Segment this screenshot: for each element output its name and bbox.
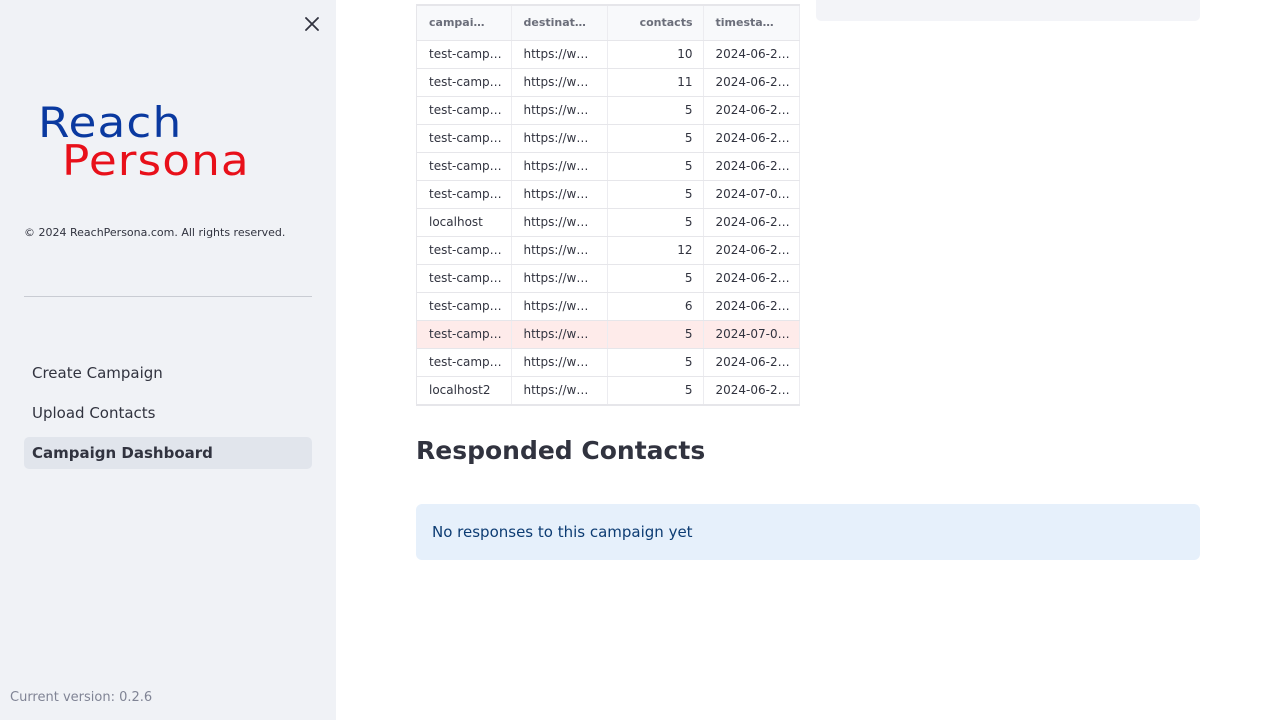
table-row[interactable]: test-camp… https://w… 5 2024-07-0… <box>417 180 800 209</box>
cell-destination[interactable]: https://w… <box>511 124 608 153</box>
cell-contacts[interactable]: 5 <box>607 124 704 153</box>
cell-contacts[interactable]: 12 <box>607 236 704 265</box>
table-row[interactable]: test-camp… https://w… 5 2024-07-0… <box>417 320 800 349</box>
cell-contacts[interactable]: 5 <box>607 376 704 405</box>
cell-contacts[interactable]: 5 <box>607 320 704 349</box>
nav-item-upload-contacts[interactable]: Upload Contacts <box>24 397 312 429</box>
cell-campaign[interactable]: test-camp… <box>417 124 512 153</box>
table-row[interactable]: test-camp… https://w… 5 2024-06-2… <box>417 348 800 377</box>
logo-word-persona: Persona <box>62 136 250 185</box>
cell-contacts[interactable]: 11 <box>607 68 704 97</box>
nav-item-campaign-dashboard[interactable]: Campaign Dashboard <box>24 437 312 469</box>
cell-timestamp[interactable]: 2024-06-2… <box>703 208 800 237</box>
cell-timestamp[interactable]: 2024-06-2… <box>703 376 800 405</box>
info-alert: No responses to this campaign yet <box>416 504 1200 560</box>
table-body: test-camp… https://w… 10 2024-06-2… test-cam… <box>417 40 800 405</box>
cell-timestamp[interactable]: 2024-06-2… <box>703 292 800 321</box>
cell-destination[interactable]: https://w… <box>511 348 608 377</box>
cell-campaign[interactable]: test-camp… <box>417 40 512 69</box>
column-header-campaign[interactable]: campai… <box>417 6 512 41</box>
column-header-contacts[interactable]: contacts <box>607 6 704 41</box>
campaigns-table[interactable]: campai… destinat… contacts timesta… test… <box>416 4 800 406</box>
version-text: Current version: 0.2.6 <box>10 690 153 705</box>
cell-timestamp[interactable]: 2024-06-2… <box>703 40 800 69</box>
sidebar-nav: Create Campaign Upload Contacts Campaign… <box>24 357 312 477</box>
cell-campaign[interactable]: test-camp… <box>417 152 512 181</box>
cell-timestamp[interactable]: 2024-06-2… <box>703 96 800 125</box>
close-icon <box>305 17 319 31</box>
table-row[interactable]: test-camp… https://w… 11 2024-06-2… <box>417 68 800 97</box>
metric-panel <box>816 0 1200 21</box>
cell-contacts[interactable]: 5 <box>607 152 704 181</box>
cell-destination[interactable]: https://w… <box>511 40 608 69</box>
cell-campaign[interactable]: test-camp… <box>417 320 512 349</box>
section-title-responded-contacts: Responded Contacts <box>416 436 706 465</box>
cell-contacts[interactable]: 5 <box>607 96 704 125</box>
cell-contacts[interactable]: 5 <box>607 208 704 237</box>
cell-destination[interactable]: https://w… <box>511 208 608 237</box>
cell-campaign[interactable]: test-camp… <box>417 180 512 209</box>
table-row[interactable]: test-camp… https://w… 12 2024-06-2… <box>417 236 800 265</box>
table-row[interactable]: test-camp… https://w… 6 2024-06-2… <box>417 292 800 321</box>
table-row[interactable]: test-camp… https://w… 5 2024-06-2… <box>417 96 800 125</box>
cell-timestamp[interactable]: 2024-06-2… <box>703 152 800 181</box>
cell-campaign[interactable]: localhost <box>417 208 512 237</box>
cell-campaign[interactable]: test-camp… <box>417 236 512 265</box>
cell-timestamp[interactable]: 2024-06-2… <box>703 264 800 293</box>
cell-campaign[interactable]: localhost2 <box>417 376 512 405</box>
cell-timestamp[interactable]: 2024-06-2… <box>703 236 800 265</box>
cell-destination[interactable]: https://w… <box>511 236 608 265</box>
table-row[interactable]: localhost https://w… 5 2024-06-2… <box>417 208 800 237</box>
cell-destination[interactable]: https://w… <box>511 96 608 125</box>
table-header-row: campai… destinat… contacts timesta… <box>417 6 800 41</box>
cell-campaign[interactable]: test-camp… <box>417 348 512 377</box>
cell-timestamp[interactable]: 2024-06-2… <box>703 348 800 377</box>
cell-contacts[interactable]: 5 <box>607 264 704 293</box>
cell-campaign[interactable]: test-camp… <box>417 96 512 125</box>
cell-campaign[interactable]: test-camp… <box>417 264 512 293</box>
cell-timestamp[interactable]: 2024-06-2… <box>703 124 800 153</box>
table-row[interactable]: localhost2 https://w… 5 2024-06-2… <box>417 376 800 405</box>
sidebar: Reach Persona © 2024 ReachPersona.com. A… <box>0 0 336 720</box>
cell-destination[interactable]: https://w… <box>511 152 608 181</box>
reach-persona-logo: Reach Persona <box>36 100 300 190</box>
main-content: campai… destinat… contacts timesta… test… <box>336 0 1280 720</box>
copyright-text: © 2024 ReachPersona.com. All rights rese… <box>24 226 286 239</box>
cell-destination[interactable]: https://w… <box>511 264 608 293</box>
nav-item-create-campaign[interactable]: Create Campaign <box>24 357 312 389</box>
cell-contacts[interactable]: 5 <box>607 180 704 209</box>
cell-timestamp[interactable]: 2024-07-0… <box>703 320 800 349</box>
cell-destination[interactable]: https://w… <box>511 376 608 405</box>
table-row[interactable]: test-camp… https://w… 5 2024-06-2… <box>417 264 800 293</box>
table-row[interactable]: test-camp… https://w… 5 2024-06-2… <box>417 152 800 181</box>
cell-campaign[interactable]: test-camp… <box>417 292 512 321</box>
cell-destination[interactable]: https://w… <box>511 292 608 321</box>
cell-timestamp[interactable]: 2024-07-0… <box>703 180 800 209</box>
cell-destination[interactable]: https://w… <box>511 68 608 97</box>
sidebar-divider <box>24 296 312 297</box>
cell-destination[interactable]: https://w… <box>511 320 608 349</box>
table-row[interactable]: test-camp… https://w… 10 2024-06-2… <box>417 40 800 69</box>
cell-destination[interactable]: https://w… <box>511 180 608 209</box>
table-row[interactable]: test-camp… https://w… 5 2024-06-2… <box>417 124 800 153</box>
cell-campaign[interactable]: test-camp… <box>417 68 512 97</box>
column-header-timestamp[interactable]: timesta… <box>703 6 800 41</box>
cell-contacts[interactable]: 5 <box>607 348 704 377</box>
cell-contacts[interactable]: 6 <box>607 292 704 321</box>
close-sidebar-button[interactable] <box>300 12 324 36</box>
cell-timestamp[interactable]: 2024-06-2… <box>703 68 800 97</box>
info-message: No responses to this campaign yet <box>432 523 693 541</box>
cell-contacts[interactable]: 10 <box>607 40 704 69</box>
column-header-destination[interactable]: destinat… <box>511 6 608 41</box>
